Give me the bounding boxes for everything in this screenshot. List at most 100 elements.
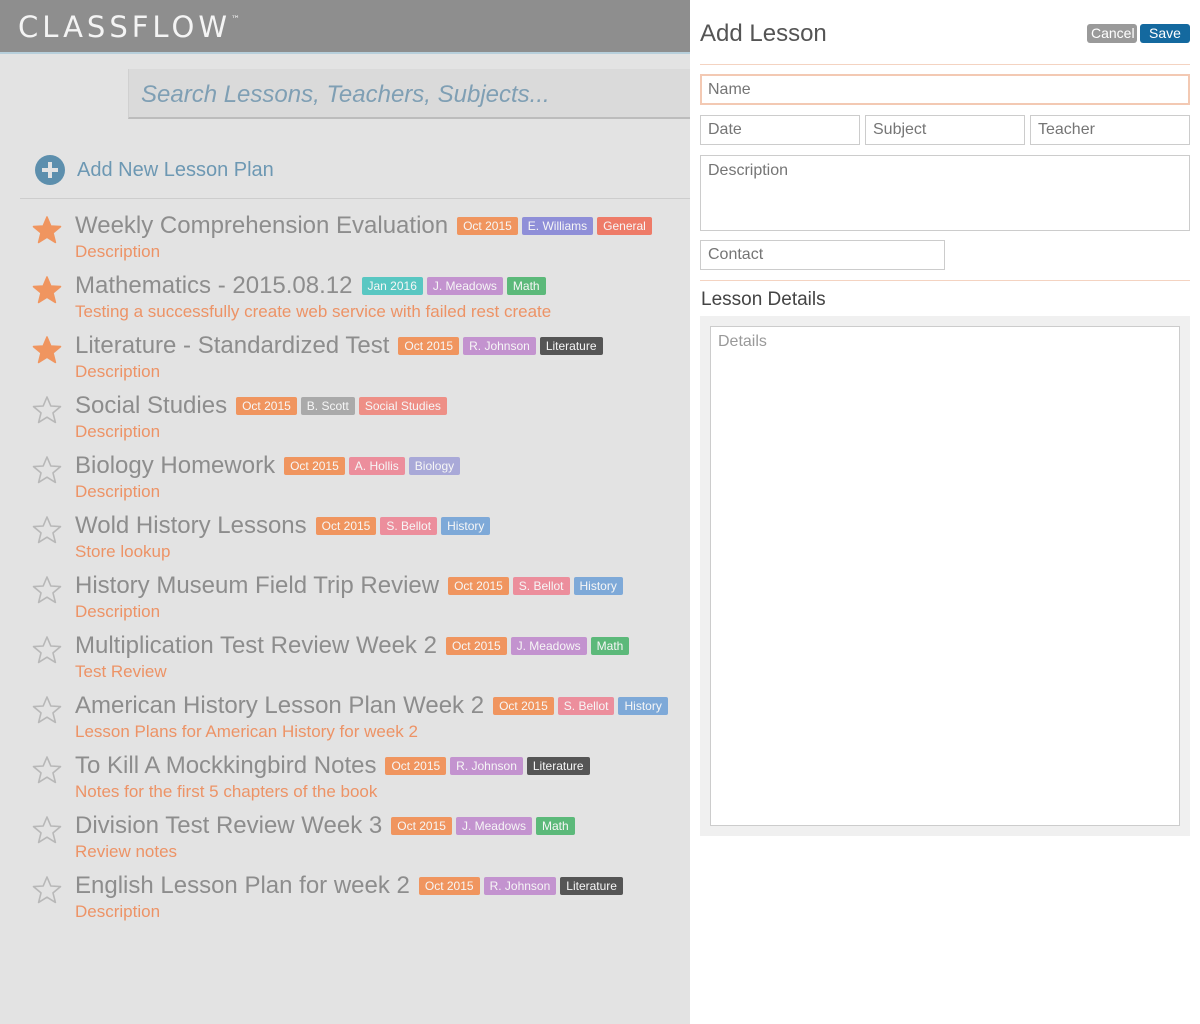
lesson-title[interactable]: History Museum Field Trip Review [75,572,439,600]
subject-tag: Math [590,637,630,655]
lesson-description: Review notes [75,842,178,861]
star-outline-icon[interactable] [32,395,62,425]
star-outline-icon[interactable] [32,455,62,485]
star-filled-icon[interactable] [32,335,62,365]
lesson-title-line: Wold History Lessons Oct 2015 S. Bellot His… [75,512,491,540]
date-tag: Oct 2015 [385,757,447,775]
lesson-row[interactable]: Multiplication Test Review Week 2 Oct 201… [0,630,690,690]
star-outline-icon[interactable] [32,575,62,605]
lesson-row[interactable]: Division Test Review Week 3 Oct 2015 J. Me… [0,810,690,870]
search-input[interactable]: Search Lessons, Teachers, Subjects... [141,81,550,109]
date-tag: Oct 2015 [448,577,509,595]
divider [20,198,690,199]
lesson-title[interactable]: To Kill A Mockkingbird Notes [75,752,376,780]
subject-tag: General [597,217,652,235]
date-tag: Oct 2015 [457,217,518,235]
lesson-row[interactable]: History Museum Field Trip Review Oct 2015… [0,570,690,630]
description-field[interactable] [700,155,1190,231]
subject-field[interactable] [865,115,1025,145]
panel-title: Add Lesson [700,20,827,47]
contact-field[interactable] [700,240,945,270]
lesson-title-line: Mathematics - 2015.08.12 Jan 2016 J. Meado… [75,272,546,300]
details-container: Details [700,316,1190,836]
name-field[interactable] [700,74,1190,105]
lesson-title[interactable]: Biology Homework [75,452,275,480]
lesson-title[interactable]: English Lesson Plan for week 2 [75,872,410,900]
lesson-description: Description [75,482,161,501]
teacher-field[interactable] [1030,115,1190,145]
star-filled-icon[interactable] [32,275,62,305]
star-filled-icon[interactable] [32,215,62,245]
lesson-title[interactable]: Division Test Review Week 3 [75,812,382,840]
lesson-title-line: Biology Homework Oct 2015 A. Hollis Biology [75,452,461,480]
teacher-tag: J. Meadows [455,817,532,835]
divider [700,280,1190,281]
plus-circle-icon[interactable] [35,155,65,185]
divider [700,64,1190,65]
lesson-row[interactable]: Wold History Lessons Oct 2015 S. Bellot His… [0,510,690,570]
lesson-title[interactable]: Multiplication Test Review Week 2 [75,632,437,660]
lesson-title-line: American History Lesson Plan Week 2 Oct 2… [75,692,668,720]
lesson-title-line: To Kill A Mockkingbird Notes Oct 2015 R. J… [75,752,590,780]
lesson-row[interactable]: American History Lesson Plan Week 2 Oct 2… [0,690,690,750]
teacher-tag: R. Johnson [450,757,523,775]
date-tag: Oct 2015 [445,637,507,655]
date-field[interactable] [700,115,860,145]
lesson-row[interactable]: Literature - Standardized Test Oct 2015 R.… [0,330,690,390]
details-field[interactable]: Details [710,326,1180,826]
cancel-button[interactable]: Cancel [1087,24,1137,43]
lesson-row[interactable]: Social Studies Oct 2015 B. Scott Social Stu… [0,390,690,450]
teacher-tag: S. Bellot [512,577,570,595]
star-outline-icon[interactable] [32,815,62,845]
date-tag: Oct 2015 [284,457,345,475]
lesson-row[interactable]: Mathematics - 2015.08.12 Jan 2016 J. Meado… [0,270,690,330]
lesson-row[interactable]: To Kill A Mockkingbird Notes Oct 2015 R. J… [0,750,690,810]
teacher-tag: R. Johnson [483,877,557,895]
subject-tag: Literature [539,337,603,355]
star-outline-icon[interactable] [32,755,62,785]
subject-tag: History [441,517,491,535]
lesson-title[interactable]: Weekly Comprehension Evaluation [75,212,448,240]
subject-tag: History [573,577,623,595]
lesson-title[interactable]: Literature - Standardized Test [75,332,389,360]
lesson-title[interactable]: Wold History Lessons [75,512,307,540]
lesson-title[interactable]: Mathematics - 2015.08.12 [75,272,353,300]
lesson-title-line: Division Test Review Week 3 Oct 2015 J. Me… [75,812,575,840]
lesson-description: Description [75,362,161,381]
lesson-description: Test Review [75,662,167,681]
lesson-description: Testing a successfully create web servic… [75,302,552,321]
lesson-title-line: Weekly Comprehension Evaluation Oct 2015 E… [75,212,652,240]
star-outline-icon[interactable] [32,875,62,905]
app-logo[interactable]: CLASSFLOW™ [18,10,240,44]
teacher-tag: S. Bellot [380,517,438,535]
star-outline-icon[interactable] [32,635,62,665]
lesson-title-line: Multiplication Test Review Week 2 Oct 201… [75,632,630,660]
lesson-description: Description [75,902,161,921]
lesson-title-line: History Museum Field Trip Review Oct 2015… [75,572,623,600]
add-lesson-plan-label[interactable]: Add New Lesson Plan [77,159,274,182]
lesson-row[interactable]: Biology Homework Oct 2015 A. Hollis Biology… [0,450,690,510]
date-tag: Oct 2015 [398,337,460,355]
subject-tag: History [618,697,668,715]
star-outline-icon[interactable] [32,515,62,545]
save-button[interactable]: Save [1140,24,1190,43]
lesson-title[interactable]: American History Lesson Plan Week 2 [75,692,484,720]
subject-tag: Literature [560,877,623,895]
add-lesson-plan-button[interactable]: Add New Lesson Plan [35,155,274,185]
search-bar[interactable]: Search Lessons, Teachers, Subjects... [128,69,690,119]
lesson-title-line: Literature - Standardized Test Oct 2015 R.… [75,332,603,360]
lesson-row[interactable]: English Lesson Plan for week 2 Oct 2015 R.… [0,870,690,930]
teacher-tag: E. Williams [521,217,594,235]
lesson-description: Description [75,602,161,621]
subject-tag: Social Studies [358,397,447,415]
star-outline-icon[interactable] [32,695,62,725]
teacher-tag: J. Meadows [510,637,587,655]
lesson-description: Notes for the first 5 chapters of the bo… [75,782,378,801]
subject-tag: Math [535,817,575,835]
teacher-tag: A. Hollis [348,457,405,475]
subject-tag: Literature [526,757,590,775]
subject-tag: Math [506,277,546,295]
date-tag: Oct 2015 [418,877,480,895]
lesson-title[interactable]: Social Studies [75,392,227,420]
lesson-row[interactable]: Weekly Comprehension Evaluation Oct 2015 E… [0,210,690,270]
